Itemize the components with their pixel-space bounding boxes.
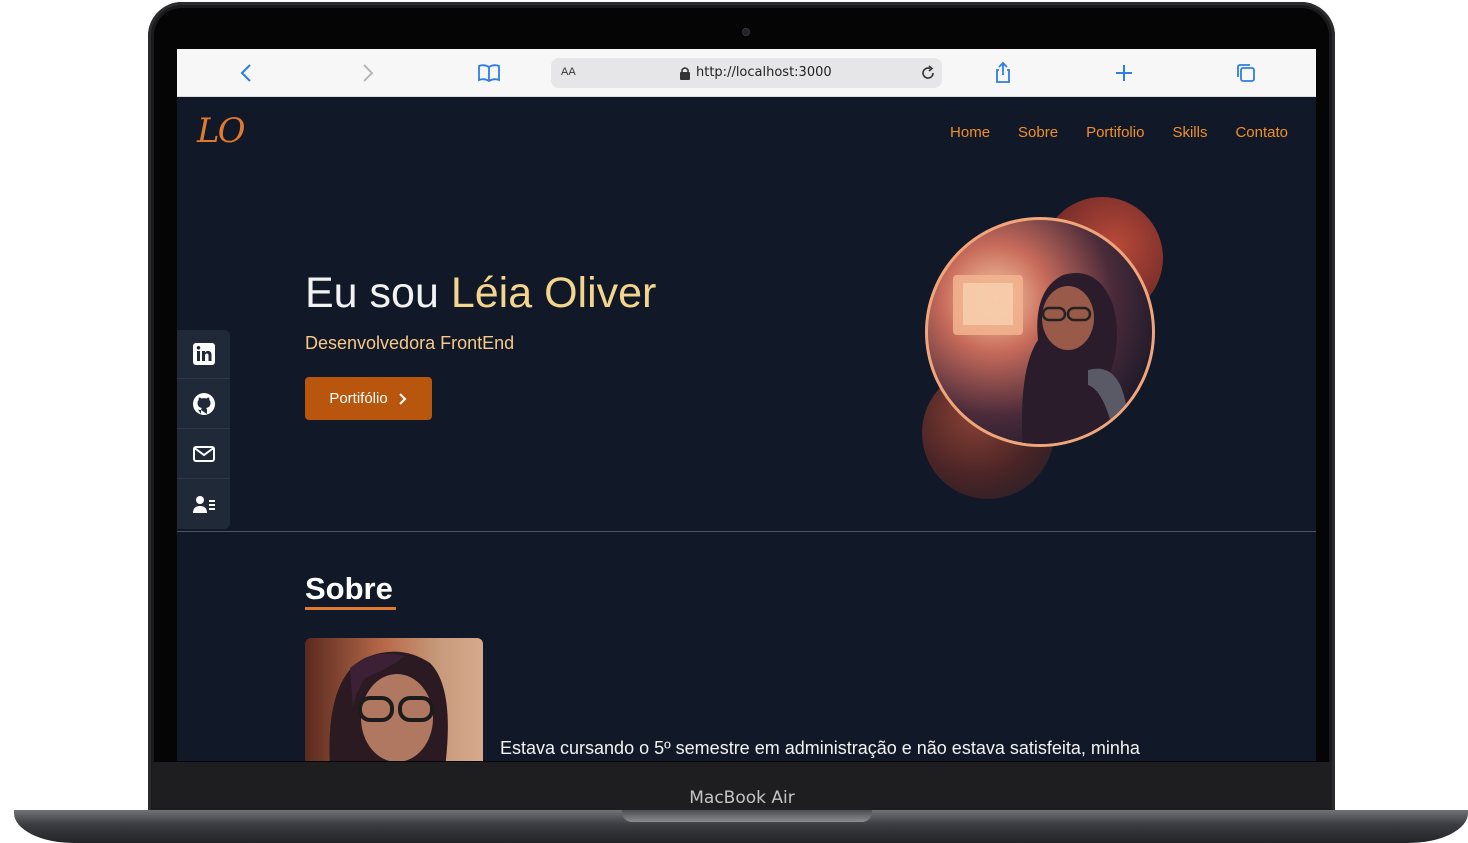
reload-icon[interactable]: [918, 63, 938, 83]
contact-card-icon: [192, 495, 215, 513]
device-label: MacBook Air: [689, 788, 795, 808]
contact-card-link[interactable]: [177, 480, 230, 529]
about-text: Estava cursando o 5º semestre em adminis…: [500, 738, 1140, 758]
about-photo: [305, 638, 483, 761]
main-nav: Home Sobre Portifolio Skills Contato: [950, 124, 1288, 141]
portfolio-button[interactable]: Portifólio: [305, 377, 432, 420]
about-title: Sobre: [305, 571, 393, 606]
lock-icon: [680, 67, 690, 80]
screen: AA http://localhost:3000 LO Home Sobre P…: [177, 49, 1316, 761]
forward-icon[interactable]: [355, 61, 379, 85]
mail-icon: [192, 446, 215, 462]
site-logo[interactable]: LO: [197, 111, 245, 151]
nav-home[interactable]: Home: [950, 124, 990, 141]
bookmarks-icon[interactable]: [477, 61, 501, 85]
email-link[interactable]: [177, 430, 230, 479]
portfolio-button-label: Portifólio: [329, 390, 388, 407]
social-sidebar: [177, 330, 230, 529]
linkedin-icon: [192, 343, 215, 365]
hero-title: Eu sou Léia Oliver: [305, 269, 656, 318]
github-icon: [192, 393, 215, 415]
nav-portifolio[interactable]: Portifolio: [1086, 124, 1144, 141]
back-icon[interactable]: [235, 61, 259, 85]
camera-icon: [742, 28, 750, 36]
browser-toolbar: AA http://localhost:3000: [177, 49, 1316, 97]
nav-sobre[interactable]: Sobre: [1018, 124, 1058, 141]
nav-skills[interactable]: Skills: [1172, 124, 1207, 141]
linkedin-link[interactable]: [177, 330, 230, 379]
address-bar[interactable]: AA http://localhost:3000: [551, 58, 942, 88]
web-page: LO Home Sobre Portifolio Skills Contato …: [177, 97, 1316, 761]
chevron-right-icon: [398, 392, 407, 405]
laptop-chin: MacBook Air: [152, 762, 1332, 812]
github-link[interactable]: [177, 380, 230, 429]
about-title-underline: [305, 607, 396, 610]
share-icon[interactable]: [991, 61, 1015, 85]
tabs-overview-icon[interactable]: [1234, 61, 1258, 85]
about-photo-illustration: [329, 651, 448, 761]
nav-contato[interactable]: Contato: [1235, 124, 1288, 141]
laptop-notch: [622, 810, 872, 822]
hero-subtitle: Desenvolvedora FrontEnd: [305, 333, 515, 353]
hero-title-prefix: Eu sou: [305, 269, 451, 317]
hero-title-name: Léia Oliver: [450, 269, 657, 317]
new-tab-icon[interactable]: [1112, 61, 1136, 85]
url-text[interactable]: http://localhost:3000: [696, 65, 832, 80]
reader-aa-label[interactable]: AA: [561, 66, 576, 78]
section-divider: [177, 531, 1316, 532]
profile-avatar: [925, 217, 1155, 447]
avatar-illustration: [953, 273, 1148, 444]
